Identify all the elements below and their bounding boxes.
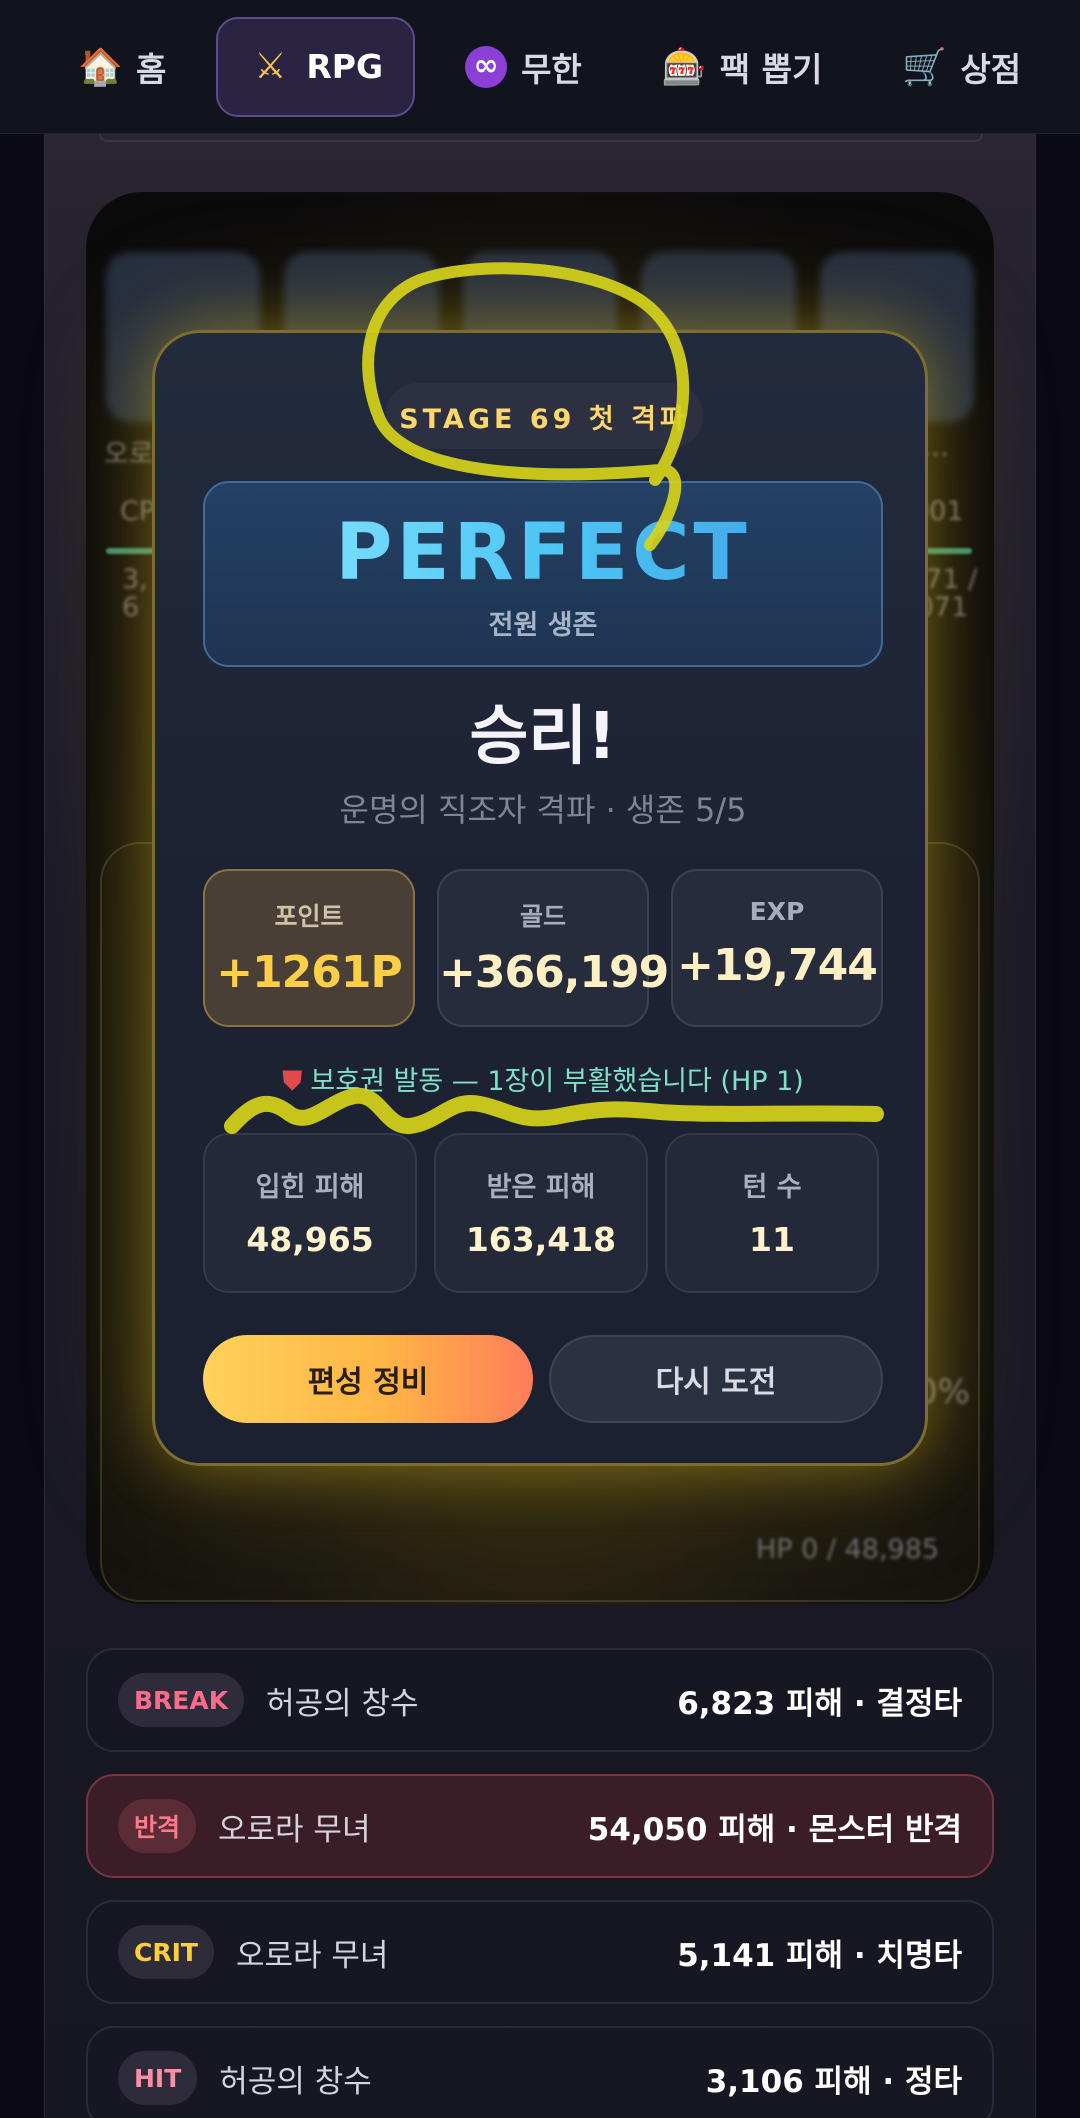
stat-turns: 턴 수 11 (665, 1133, 879, 1293)
log-tag: 반격 (118, 1799, 197, 1853)
nav-home-label: 홈 (136, 49, 167, 89)
stage-badge: STAGE 69 첫 격파 (385, 383, 703, 449)
reward-value: +366,199 (439, 947, 669, 998)
nav-home[interactable]: 🏠 홈 (78, 17, 196, 117)
top-nav: 🏠 홈 ⚔ RPG ∞ 무한 🎰 팩 뽑기 🛒 상점 (0, 0, 1080, 134)
reward-points: 포인트 +1261P (203, 869, 415, 1027)
previous-card-edge (99, 134, 983, 142)
perfect-subtitle: 전원 생존 (488, 610, 598, 641)
log-damage: 6,823 피해 · 결정타 (677, 1685, 962, 1722)
log-tag: HIT (118, 2051, 198, 2105)
bg-hp: 6 (122, 592, 140, 623)
log-attacker: 오로라 무녀 (235, 1937, 389, 1974)
stat-label: 입힌 피해 (255, 1172, 365, 1203)
nav-infinite-label: 무한 (521, 49, 582, 89)
perfect-banner: PERFECT 전원 생존 (203, 481, 883, 667)
nav-shop-label: 상점 (960, 49, 1022, 89)
reward-exp: EXP +19,744 (671, 869, 883, 1027)
stat-label: 받은 피해 (486, 1172, 596, 1203)
reward-label: 골드 (519, 902, 566, 931)
victory-title: 승리! (469, 700, 617, 774)
bg-boss-hp: HP 0 / 48,985 (756, 1534, 940, 1565)
perfect-title: PERFECT (205, 507, 881, 599)
bg-name: 오로 (104, 439, 154, 470)
reward-value: +1261P (216, 947, 403, 998)
stat-value: 11 (749, 1220, 795, 1259)
log-row: HIT 허공의 창수 3,106 피해 · 정타 (86, 2026, 994, 2118)
house-icon: 🏠 (78, 46, 123, 88)
nav-pack-draw[interactable]: 🎰 팩 뽑기 (632, 17, 853, 117)
reward-label: 포인트 (274, 902, 344, 931)
bg-hp: 3, (122, 564, 148, 595)
edit-formation-button[interactable]: 편성 정비 (203, 1335, 533, 1423)
protection-text: 보호권 발동 — 1장이 부활했습니다 (HP 1) (310, 1066, 804, 1097)
log-row: CRIT 오로라 무녀 5,141 피해 · 치명타 (86, 1900, 994, 2004)
nav-infinite[interactable]: ∞ 무한 (435, 17, 612, 117)
infinity-icon: ∞ (465, 45, 508, 88)
log-tag: BREAK (118, 1673, 245, 1727)
stat-value: 163,418 (465, 1220, 617, 1259)
nav-rpg[interactable]: ⚔ RPG (216, 16, 416, 117)
log-attacker: 오로라 무녀 (218, 1811, 371, 1848)
stat-damage-dealt: 입힌 피해 48,965 (203, 1133, 417, 1293)
crossed-swords-icon: ⚔ (254, 46, 287, 87)
result-modal: STAGE 69 첫 격파 PERFECT 전원 생존 승리! 운명의 직조자 … (152, 330, 928, 1466)
nav-shop[interactable]: 🛒 상점 (872, 17, 1051, 117)
victory-subtitle: 운명의 직조자 격파 · 생존 5/5 (339, 791, 747, 829)
log-attacker: 허공의 창수 (266, 1685, 419, 1722)
reward-value: +19,744 (677, 940, 878, 991)
stat-damage-taken: 받은 피해 163,418 (434, 1133, 648, 1293)
log-row: 반격 오로라 무녀 54,050 피해 · 몬스터 반격 (86, 1774, 994, 1878)
log-damage: 3,106 피해 · 정타 (705, 2063, 962, 2100)
retry-button[interactable]: 다시 도전 (549, 1335, 883, 1423)
slot-machine-icon: 🎰 (661, 46, 707, 88)
log-damage: 5,141 피해 · 치명타 (677, 1937, 962, 1974)
nav-pack-draw-label: 팩 뽑기 (719, 49, 823, 89)
stat-value: 48,965 (246, 1220, 374, 1259)
protection-notice: ⛊ 보호권 발동 — 1장이 부활했습니다 (HP 1) (155, 1059, 931, 1098)
reward-gold: 골드 +366,199 (437, 869, 669, 1027)
reward-label: EXP (749, 897, 805, 926)
log-row: BREAK 허공의 창수 6,823 피해 · 결정타 (86, 1648, 994, 1752)
bg-cp: CP (120, 496, 156, 527)
log-attacker: 허공의 창수 (219, 2063, 372, 2100)
cart-icon: 🛒 (902, 46, 948, 88)
shield-icon: ⛊ (282, 1066, 303, 1097)
log-tag: CRIT (118, 1925, 214, 1979)
stat-label: 턴 수 (742, 1172, 802, 1203)
nav-rpg-label: RPG (306, 47, 384, 86)
log-damage: 54,050 피해 · 몬스터 반격 (587, 1811, 962, 1848)
